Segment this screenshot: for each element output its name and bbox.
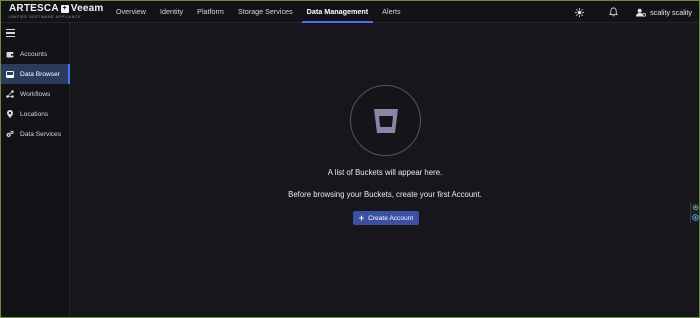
wallet-icon bbox=[6, 50, 14, 58]
user-name: scality scality bbox=[650, 7, 692, 17]
sidebar-item-label: Data Browser bbox=[20, 70, 60, 78]
sidebar-item-label: Workflows bbox=[20, 90, 51, 98]
main-nav: Overview Identity Platform Storage Servi… bbox=[109, 1, 408, 23]
map-pin-icon bbox=[6, 110, 14, 118]
bucket-icon bbox=[373, 108, 398, 133]
sidebar-item-label: Accounts bbox=[20, 50, 48, 58]
nav-identity[interactable]: Identity bbox=[153, 1, 190, 23]
user-gear-icon bbox=[636, 8, 647, 17]
brand-tagline: UNIFIED SOFTWARE APPLIANCE bbox=[9, 14, 82, 19]
app-window: ARTESCA + Veeam UNIFIED SOFTWARE APPLIAN… bbox=[1, 1, 699, 317]
brand-plus: + bbox=[60, 4, 69, 13]
create-account-button[interactable]: + Create Account bbox=[353, 211, 419, 225]
nav-storage-services[interactable]: Storage Services bbox=[231, 1, 300, 23]
browser-icon bbox=[6, 70, 14, 78]
empty-state-title: A list of Buckets will appear here. bbox=[327, 168, 443, 177]
workflow-icon bbox=[6, 90, 14, 98]
sidebar-item-accounts[interactable]: Accounts bbox=[1, 44, 70, 64]
side-widget[interactable] bbox=[690, 202, 699, 223]
empty-state-description: Before browsing your Buckets, create you… bbox=[288, 190, 482, 199]
bell-icon[interactable] bbox=[608, 7, 618, 17]
sidebar-item-data-services[interactable]: Data Services bbox=[1, 124, 70, 144]
main-content: A list of Buckets will appear here. Befo… bbox=[71, 23, 699, 317]
nav-alerts[interactable]: Alerts bbox=[375, 1, 407, 23]
nav-data-management[interactable]: Data Management bbox=[300, 1, 376, 23]
top-bar: ARTESCA + Veeam UNIFIED SOFTWARE APPLIAN… bbox=[1, 1, 699, 23]
cogs-icon bbox=[6, 130, 14, 138]
sidebar-item-locations[interactable]: Locations bbox=[1, 104, 70, 124]
sidebar-item-label: Locations bbox=[20, 110, 49, 118]
hamburger-icon[interactable] bbox=[6, 29, 15, 37]
sidebar-item-data-browser[interactable]: Data Browser bbox=[1, 64, 70, 84]
sidebar-item-workflows[interactable]: Workflows bbox=[1, 84, 70, 104]
nav-overview[interactable]: Overview bbox=[109, 1, 153, 23]
user-menu[interactable]: scality scality bbox=[636, 8, 692, 17]
sidebar-menu: Accounts Data Browser Workflows Location… bbox=[1, 44, 70, 144]
target-icon bbox=[691, 214, 699, 221]
brand-logo[interactable]: ARTESCA + Veeam UNIFIED SOFTWARE APPLIAN… bbox=[1, 1, 104, 23]
header-tools: scality scality bbox=[562, 1, 699, 23]
brand-partner: Veeam bbox=[70, 2, 104, 14]
empty-state-illustration bbox=[350, 85, 421, 156]
sidebar-item-label: Data Services bbox=[20, 130, 62, 138]
nav-platform[interactable]: Platform bbox=[190, 1, 231, 23]
gear-icon bbox=[692, 204, 698, 211]
plus-icon: + bbox=[358, 213, 365, 223]
create-account-label: Create Account bbox=[368, 214, 414, 222]
brand-name: ARTESCA bbox=[9, 2, 59, 14]
sidebar: Accounts Data Browser Workflows Location… bbox=[1, 23, 70, 317]
sun-icon[interactable] bbox=[574, 7, 584, 17]
